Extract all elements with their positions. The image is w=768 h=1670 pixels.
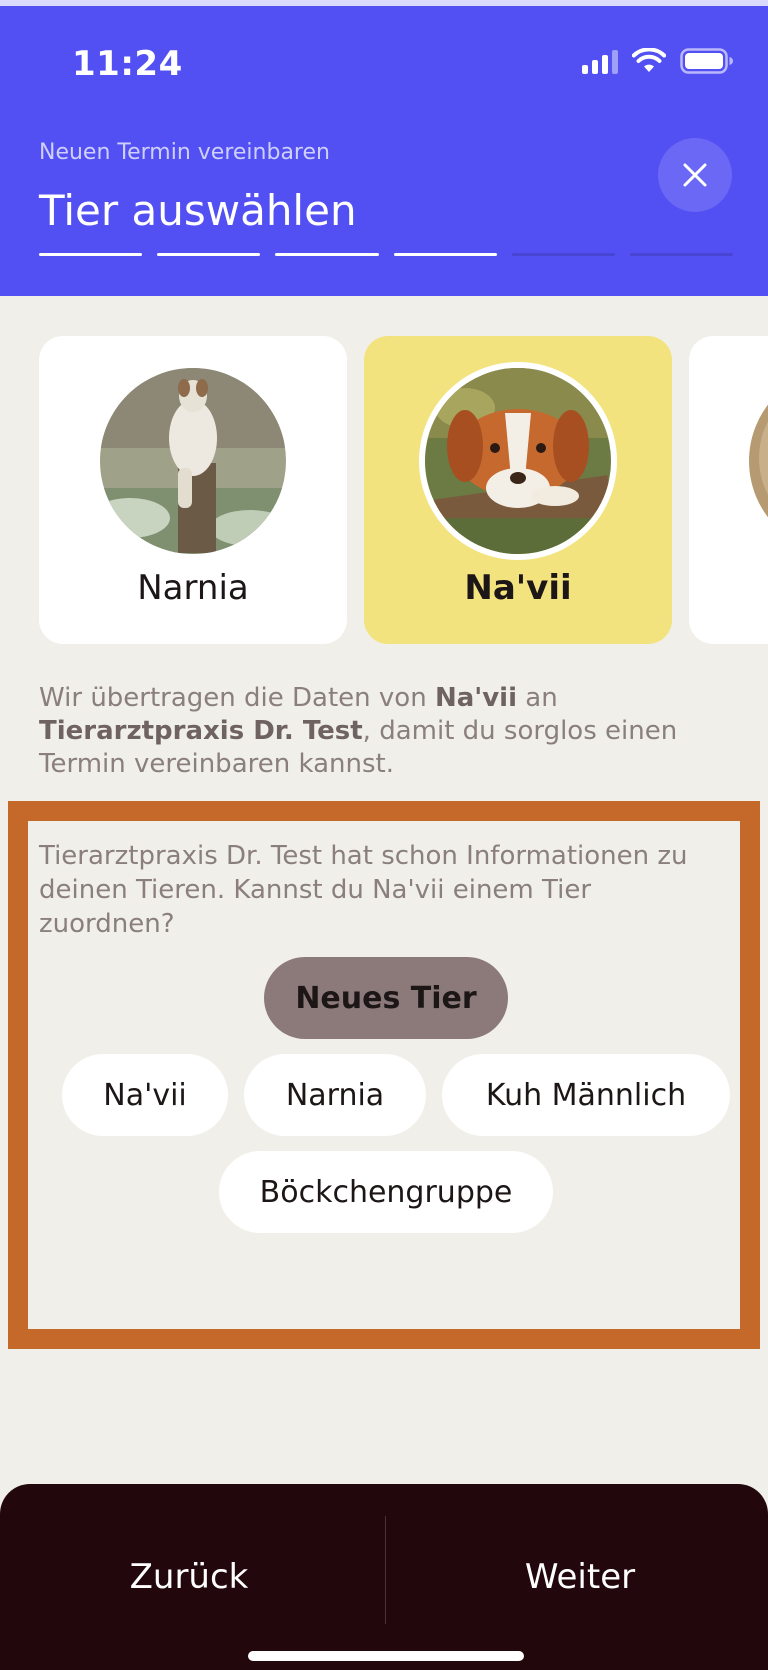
close-icon (683, 163, 707, 187)
progress-step (275, 253, 379, 256)
next-button[interactable]: Weiter (392, 1542, 768, 1612)
pet-name: Na'vii (464, 568, 572, 608)
info-pet-name: Na'vii (434, 683, 518, 713)
new-pet-button[interactable]: Neues Tier (264, 957, 508, 1039)
pet-avatar (425, 368, 611, 554)
status-time: 11:24 (72, 44, 183, 84)
pet-carousel[interactable]: Narnia Na'vii (39, 336, 768, 646)
battery-icon (680, 48, 734, 74)
info-practice-name: Tierarztpraxis Dr. Test (39, 716, 363, 746)
page-title: Tier auswählen (39, 186, 357, 235)
wifi-icon (632, 48, 666, 74)
pet-avatar (749, 368, 768, 554)
step-progress (39, 253, 734, 256)
info-text: Wir übertragen die Daten von Na'vii an T… (39, 682, 729, 781)
bottom-navigation: Zurück Weiter (0, 1484, 768, 1670)
match-option-narnia[interactable]: Narnia (244, 1054, 426, 1136)
match-option-navii[interactable]: Na'vii (62, 1054, 228, 1136)
top-edge (0, 0, 768, 6)
pet-card-narnia[interactable]: Narnia (39, 336, 347, 644)
progress-step (511, 253, 615, 256)
progress-step (39, 253, 143, 256)
header: 11:24 Neuen Termin vereinbaren Tier ausw… (0, 0, 768, 296)
pet-name: Narnia (137, 568, 249, 608)
pet-card-navii[interactable]: Na'vii (364, 336, 672, 644)
signal-icon (582, 48, 618, 74)
close-button[interactable] (658, 138, 732, 212)
header-subtitle: Neuen Termin vereinbaren (39, 140, 330, 165)
match-question: Tierarztpraxis Dr. Test hat schon Inform… (39, 841, 688, 939)
info-text-part: Wir übertragen die Daten von (39, 683, 435, 713)
progress-step (393, 253, 497, 256)
progress-step (629, 253, 734, 256)
match-section: Tierarztpraxis Dr. Test hat schon Inform… (8, 801, 760, 1349)
back-button[interactable]: Zurück (0, 1542, 378, 1612)
progress-step (157, 253, 261, 256)
info-text-part: an (517, 683, 558, 713)
status-icons (582, 48, 734, 74)
pet-card-partial[interactable] (689, 336, 768, 644)
pet-avatar (100, 368, 286, 554)
match-option-kuh-maennlich[interactable]: Kuh Männlich (442, 1054, 730, 1136)
bottom-divider (385, 1516, 386, 1624)
home-indicator (248, 1651, 524, 1661)
match-option-boeckchengruppe[interactable]: Böckchengruppe (219, 1151, 553, 1233)
